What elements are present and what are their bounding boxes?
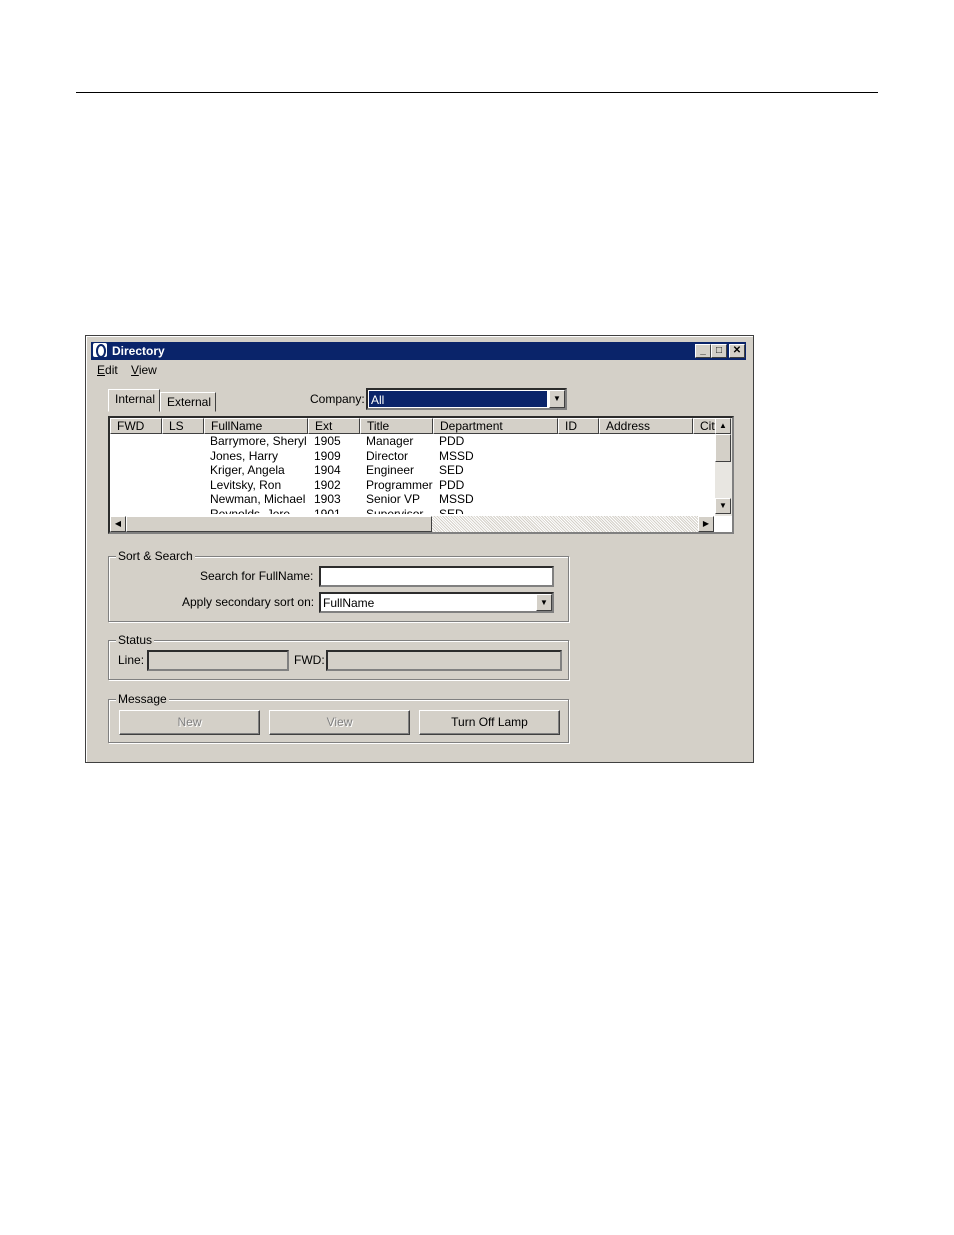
table-row[interactable]: Levitsky, Ron 1902 Programmer PDD — [110, 478, 714, 493]
menu-edit[interactable]: Edit — [97, 363, 118, 377]
status-title: Status — [116, 633, 155, 647]
table-cell: 1903 — [314, 492, 341, 507]
vertical-scroll-thumb[interactable] — [715, 434, 731, 462]
column-header-id[interactable]: ID — [558, 418, 599, 434]
search-label: Search for FullName: — [200, 569, 314, 583]
scroll-right-icon[interactable]: ▶ — [698, 516, 714, 532]
tab-external[interactable]: External — [160, 392, 217, 412]
chevron-down-icon[interactable]: ▼ — [549, 390, 565, 408]
table-cell: MSSD — [439, 492, 474, 507]
table-cell: 1902 — [314, 477, 341, 492]
directory-window: Directory _ □ ✕ Edit View Internal Exter… — [85, 335, 754, 763]
menu-view[interactable]: View — [131, 363, 157, 377]
secondary-sort-label: Apply secondary sort on: — [182, 595, 315, 609]
window-title: Directory — [112, 344, 165, 358]
company-select-value: All — [369, 391, 547, 407]
close-icon[interactable]: ✕ — [729, 344, 745, 358]
search-input[interactable] — [319, 566, 554, 587]
table-cell: Reynolds, Jere — [210, 506, 291, 514]
table-cell: Director — [366, 448, 409, 463]
table-cell: Levitsky, Ron — [210, 477, 282, 492]
table-cell: Newman, Michael — [210, 492, 306, 507]
table-cell: Engineer — [366, 463, 415, 478]
fwd-field — [326, 650, 562, 671]
column-header-fullname[interactable]: FullName — [204, 418, 308, 434]
minimize-icon[interactable]: _ — [695, 344, 711, 358]
table-cell: Jones, Harry — [210, 448, 279, 463]
table-cell: PDD — [439, 434, 465, 448]
table-cell: SED — [439, 463, 464, 478]
message-title: Message — [116, 692, 169, 706]
secondary-sort-value: FullName — [323, 596, 375, 610]
column-header-address[interactable]: Address — [599, 418, 693, 434]
company-select[interactable]: All ▼ — [366, 388, 567, 410]
table-cell: Programmer — [366, 477, 433, 492]
column-header-ext[interactable]: Ext — [308, 418, 360, 434]
table-cell: SED — [439, 506, 464, 514]
table-row[interactable]: Barrymore, Sheryl 1905 Manager PDD — [110, 434, 714, 449]
table-row[interactable]: Kriger, Angela 1904 Engineer SED — [110, 463, 714, 478]
page-rule — [76, 92, 878, 93]
table-cell: MSSD — [439, 448, 474, 463]
line-label: Line: — [118, 653, 145, 667]
scroll-up-icon[interactable]: ▲ — [715, 418, 731, 434]
message-group: Message New View Turn Off Lamp — [108, 692, 569, 743]
column-header-ls[interactable]: LS — [162, 418, 204, 434]
line-field — [147, 650, 289, 671]
table-row[interactable]: Newman, Michael 1903 Senior VP MSSD — [110, 492, 714, 507]
table-cell: Kriger, Angela — [210, 463, 285, 478]
vertical-scrollbar[interactable]: ▲ ▼ — [715, 418, 732, 516]
column-header-department[interactable]: Department — [433, 418, 558, 434]
scroll-down-icon[interactable]: ▼ — [715, 498, 731, 514]
tab-internal[interactable]: Internal — [108, 389, 161, 412]
turn-off-lamp-button[interactable]: Turn Off Lamp — [419, 710, 560, 735]
directory-table[interactable]: FWD LS FullName Ext Title Department ID … — [108, 416, 734, 534]
chevron-down-icon[interactable]: ▼ — [536, 594, 552, 611]
sort-search-group: Sort & Search Search for FullName: Apply… — [108, 549, 569, 622]
table-cell: Manager — [366, 434, 414, 448]
table-cell: PDD — [439, 477, 465, 492]
company-label: Company: — [310, 392, 365, 406]
column-header-fwd[interactable]: FWD — [110, 418, 162, 434]
horizontal-scroll-thumb[interactable] — [126, 516, 432, 532]
status-group: Status Line: FWD: — [108, 633, 569, 680]
view-button[interactable]: View — [269, 710, 410, 735]
maximize-icon[interactable]: □ — [711, 344, 727, 358]
sort-search-title: Sort & Search — [116, 549, 195, 563]
scroll-left-icon[interactable]: ◀ — [110, 516, 126, 532]
table-row[interactable]: Jones, Harry 1909 Director MSSD — [110, 449, 714, 464]
table-cell: 1905 — [314, 434, 341, 448]
table-cell: Senior VP — [366, 492, 421, 507]
table-cell: Supervisor — [366, 506, 424, 514]
table-cell: 1904 — [314, 463, 341, 478]
fwd-label: FWD: — [294, 653, 325, 667]
table-row[interactable]: Reynolds, Jere 1901 Supervisor SED — [110, 507, 714, 514]
secondary-sort-select[interactable]: FullName ▼ — [319, 592, 554, 613]
column-header-title[interactable]: Title — [360, 418, 433, 434]
horizontal-scrollbar[interactable]: ◀ ▶ — [110, 516, 714, 532]
table-body: Barrymore, Sheryl 1905 Manager PDD Jones, Ha… — [110, 434, 714, 514]
table-cell: 1909 — [314, 448, 341, 463]
title-bar[interactable]: Directory _ □ ✕ — [91, 342, 746, 360]
directory-app-icon[interactable] — [93, 343, 107, 358]
menu-bar: Edit View — [97, 363, 167, 379]
table-cell: 1901 — [314, 506, 341, 514]
new-button[interactable]: New — [119, 710, 260, 735]
table-cell: Barrymore, Sheryl — [210, 434, 307, 448]
